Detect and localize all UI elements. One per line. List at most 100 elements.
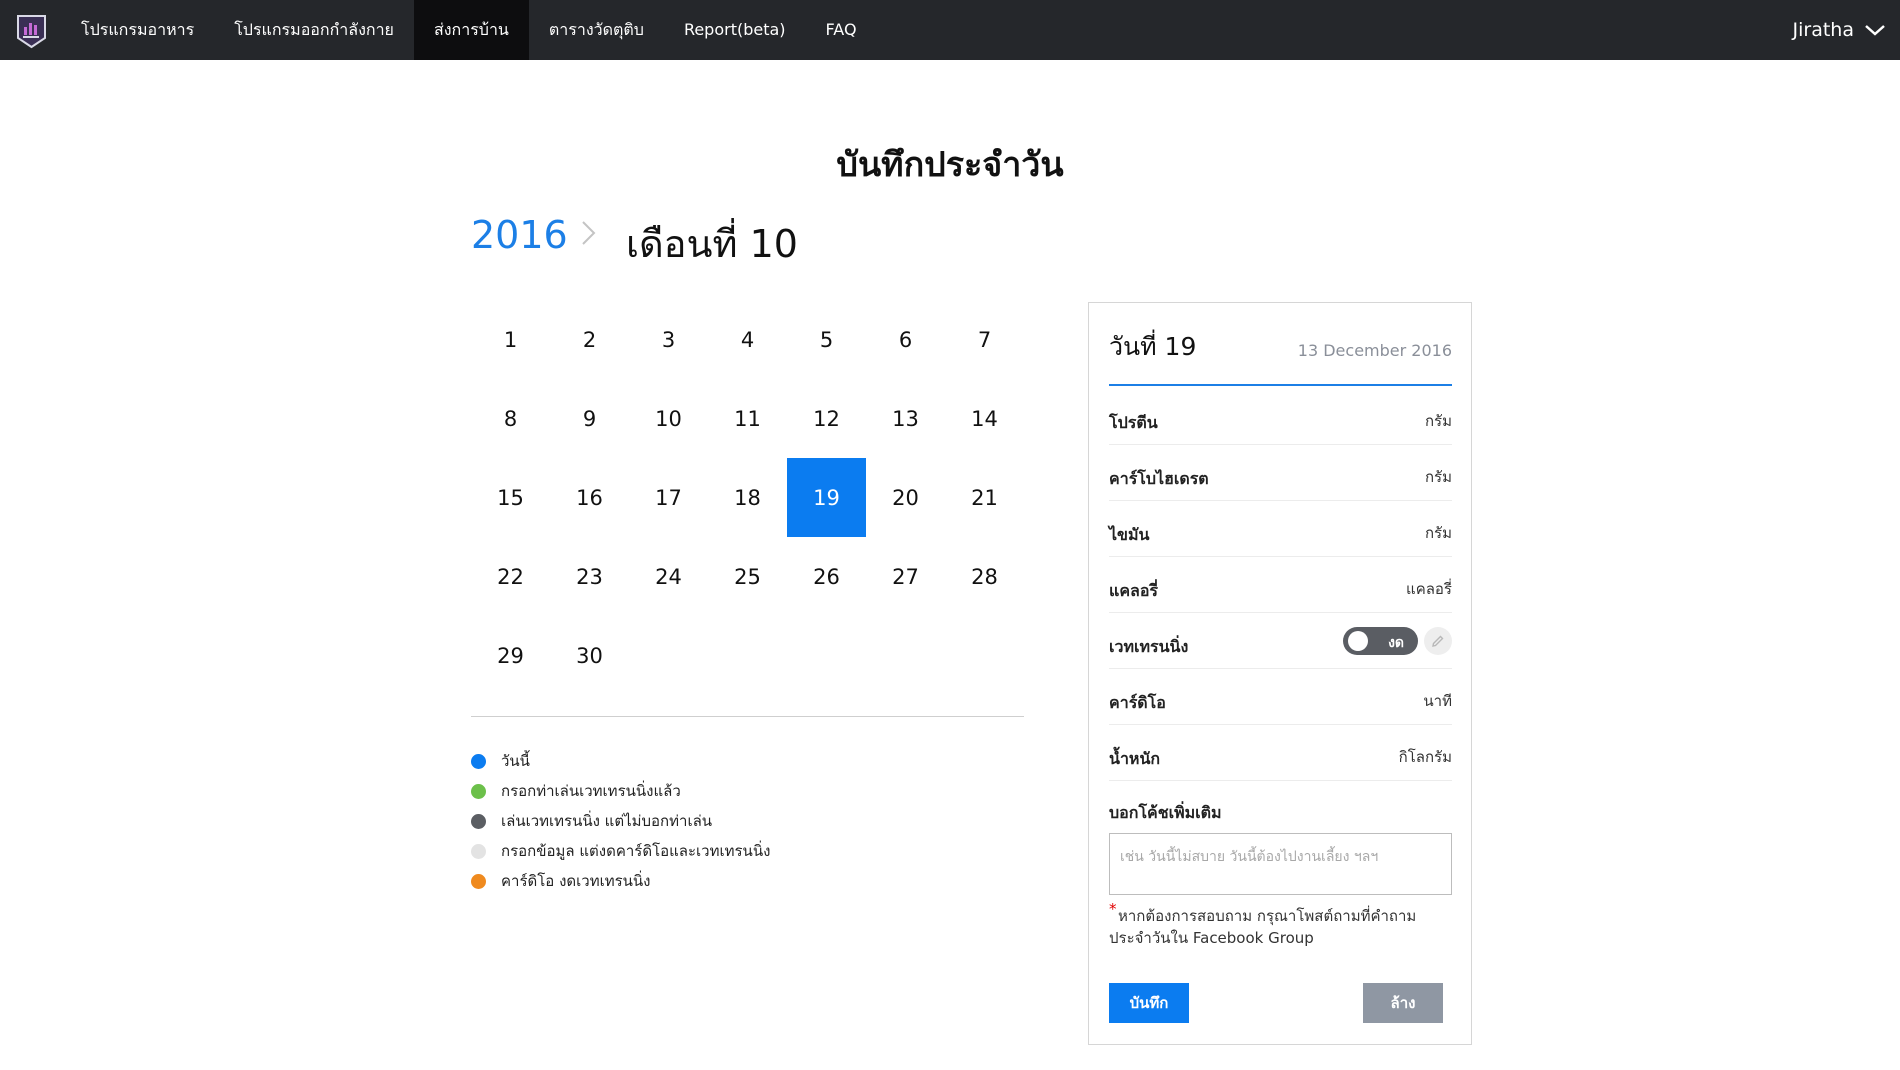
calendar: 1 2 3 4 5 6 7 8 9 10 11 12 13 14 15 16 17 18 19 20 21 22 23 24 2… <box>471 300 1024 695</box>
calendar-day[interactable]: 22 <box>471 537 550 616</box>
nav-item-faq[interactable]: FAQ <box>806 0 877 60</box>
legend-dot-icon <box>471 843 486 859</box>
calendar-day[interactable]: 19 <box>787 458 866 537</box>
field-fat[interactable]: ไขมัน กรัม <box>1109 501 1452 557</box>
save-button[interactable]: บันทึก <box>1109 983 1189 1023</box>
field-label: คาร์ดิโอ <box>1109 693 1166 712</box>
calendar-day[interactable]: 17 <box>629 458 708 537</box>
field-unit: กรัม <box>1424 524 1452 542</box>
edit-weight-training-button[interactable] <box>1424 627 1452 655</box>
calendar-day[interactable]: 13 <box>866 379 945 458</box>
calendar-day[interactable]: 23 <box>550 537 629 616</box>
legend-dot-icon <box>471 873 486 889</box>
panel-date: 13 December 2016 <box>1297 341 1452 360</box>
legend-label: กรอกท่าเล่นเวทเทรนนิ่งแล้ว <box>501 782 681 800</box>
field-unit: แคลอรี่ <box>1406 580 1452 598</box>
nav-item-exercise-program[interactable]: โปรแกรมออกกำลังกาย <box>214 0 414 60</box>
legend-item-logged-exercise: กรอกท่าเล่นเวทเทรนนิ่งแล้ว <box>471 776 770 806</box>
calendar-day[interactable]: 2 <box>550 300 629 379</box>
field-label: คาร์โบไฮเดรต <box>1109 469 1209 488</box>
user-name: Jiratha <box>1792 19 1854 41</box>
legend-dot-icon <box>471 783 486 799</box>
nav-item-report[interactable]: Report(beta) <box>664 0 806 60</box>
nav-item-homework[interactable]: ส่งการบ้าน <box>413 0 529 60</box>
legend-item-trained-no-detail: เล่นเวทเทรนนิ่ง แต่ไม่บอกท่าเล่น <box>471 806 770 836</box>
legend-item-today: วันนี้ <box>471 746 770 776</box>
calendar-grid: 1 2 3 4 5 6 7 8 9 10 11 12 13 14 15 16 17 18 19 20 21 22 23 24 2… <box>471 300 1024 695</box>
calendar-day[interactable]: 29 <box>471 616 550 695</box>
log-fields: โปรตีน กรัม คาร์โบไฮเดรต กรัม ไขมัน กรัม… <box>1109 389 1452 781</box>
calendar-day[interactable]: 14 <box>945 379 1024 458</box>
calendar-day[interactable]: 27 <box>866 537 945 616</box>
legend-item-cardio-only: คาร์ดิโอ งดเวทเทรนนิ่ง <box>471 866 770 896</box>
calendar-day[interactable]: 20 <box>866 458 945 537</box>
pencil-icon <box>1432 635 1444 647</box>
nav-item-food-program[interactable]: โปรแกรมอาหาร <box>61 0 214 60</box>
help-note: หากต้องการสอบถาม กรุณาโพสต์ถามที่คำถามปร… <box>1109 907 1417 947</box>
calendar-day[interactable]: 11 <box>708 379 787 458</box>
notes-input[interactable] <box>1109 833 1452 895</box>
field-cardio[interactable]: คาร์ดิโอ นาที <box>1109 669 1452 725</box>
calendar-day[interactable]: 9 <box>550 379 629 458</box>
panel-day-title: วันที่ 19 <box>1109 332 1197 361</box>
field-unit: กรัม <box>1424 468 1452 486</box>
calendar-divider <box>471 716 1024 717</box>
calendar-day[interactable]: 4 <box>708 300 787 379</box>
field-label: เวทเทรนนิ่ง <box>1109 637 1189 656</box>
legend-label: เล่นเวทเทรนนิ่ง แต่ไม่บอกท่าเล่น <box>501 812 713 830</box>
calendar-day[interactable]: 24 <box>629 537 708 616</box>
field-label: ไขมัน <box>1109 525 1150 544</box>
clear-button[interactable]: ล้าง <box>1363 983 1443 1023</box>
field-label: แคลอรี่ <box>1109 581 1159 600</box>
field-label: น้ำหนัก <box>1109 749 1161 768</box>
calendar-day[interactable]: 6 <box>866 300 945 379</box>
field-carbohydrate[interactable]: คาร์โบไฮเดรต กรัม <box>1109 445 1452 501</box>
calendar-day[interactable]: 15 <box>471 458 550 537</box>
main-nav: โปรแกรมอาหาร โปรแกรมออกกำลังกาย ส่งการบ้… <box>61 0 877 60</box>
field-weight-training: เวทเทรนนิ่ง งด <box>1109 613 1452 669</box>
calendar-day[interactable]: 26 <box>787 537 866 616</box>
field-unit: กิโลกรัม <box>1398 748 1452 766</box>
calendar-day[interactable]: 7 <box>945 300 1024 379</box>
legend-label: กรอกข้อมูล แต่งดคาร์ดิโอและเวทเทรนนิ่ง <box>501 842 771 860</box>
field-unit: นาที <box>1423 692 1452 710</box>
notes-label: บอกโค้ชเพิ่มเติม <box>1109 803 1222 822</box>
app-logo-icon[interactable] <box>16 14 47 49</box>
weight-training-toggle[interactable]: งด <box>1343 627 1418 655</box>
toggle-text: งด <box>1388 635 1404 651</box>
breadcrumb-year[interactable]: 2016 <box>471 213 568 257</box>
breadcrumb-month: เดือนที่ 10 <box>626 222 798 266</box>
legend-item-rest-day: กรอกข้อมูล แต่งดคาร์ดิโอและเวทเทรนนิ่ง <box>471 836 770 866</box>
calendar-day[interactable]: 16 <box>550 458 629 537</box>
legend-label: คาร์ดิโอ งดเวทเทรนนิ่ง <box>501 872 651 890</box>
calendar-day[interactable]: 8 <box>471 379 550 458</box>
calendar-day[interactable]: 25 <box>708 537 787 616</box>
top-navbar: โปรแกรมอาหาร โปรแกรมออกกำลังกาย ส่งการบ้… <box>0 0 1900 60</box>
user-menu[interactable]: Jiratha <box>1793 0 1886 60</box>
panel-header: วันที่ 19 13 December 2016 <box>1109 323 1452 386</box>
calendar-legend: วันนี้ กรอกท่าเล่นเวทเทรนนิ่งแล้ว เล่นเว… <box>471 746 770 896</box>
legend-dot-icon <box>471 813 486 829</box>
legend-dot-icon <box>471 753 486 769</box>
chevron-right-icon <box>582 221 596 245</box>
calendar-day[interactable]: 5 <box>787 300 866 379</box>
legend-label: วันนี้ <box>501 752 530 770</box>
calendar-day[interactable]: 28 <box>945 537 1024 616</box>
calendar-day[interactable]: 3 <box>629 300 708 379</box>
daily-log-panel: วันที่ 19 13 December 2016 โปรตีน กรัม ค… <box>1088 302 1472 1045</box>
calendar-day[interactable]: 18 <box>708 458 787 537</box>
calendar-day[interactable]: 30 <box>550 616 629 695</box>
nav-item-measurements[interactable]: ตารางวัดตุติบ <box>529 0 664 60</box>
toggle-knob <box>1348 631 1368 651</box>
field-body-weight[interactable]: น้ำหนัก กิโลกรัม <box>1109 725 1452 781</box>
calendar-day[interactable]: 10 <box>629 379 708 458</box>
page-title: บันทึกประจำวัน <box>836 145 1064 185</box>
field-unit: กรัม <box>1424 412 1452 430</box>
calendar-day[interactable]: 12 <box>787 379 866 458</box>
field-calories[interactable]: แคลอรี่ แคลอรี่ <box>1109 557 1452 613</box>
field-label: โปรตีน <box>1109 413 1158 432</box>
field-protein[interactable]: โปรตีน กรัม <box>1109 389 1452 445</box>
chevron-down-icon <box>1865 25 1885 36</box>
calendar-day[interactable]: 21 <box>945 458 1024 537</box>
calendar-day[interactable]: 1 <box>471 300 550 379</box>
